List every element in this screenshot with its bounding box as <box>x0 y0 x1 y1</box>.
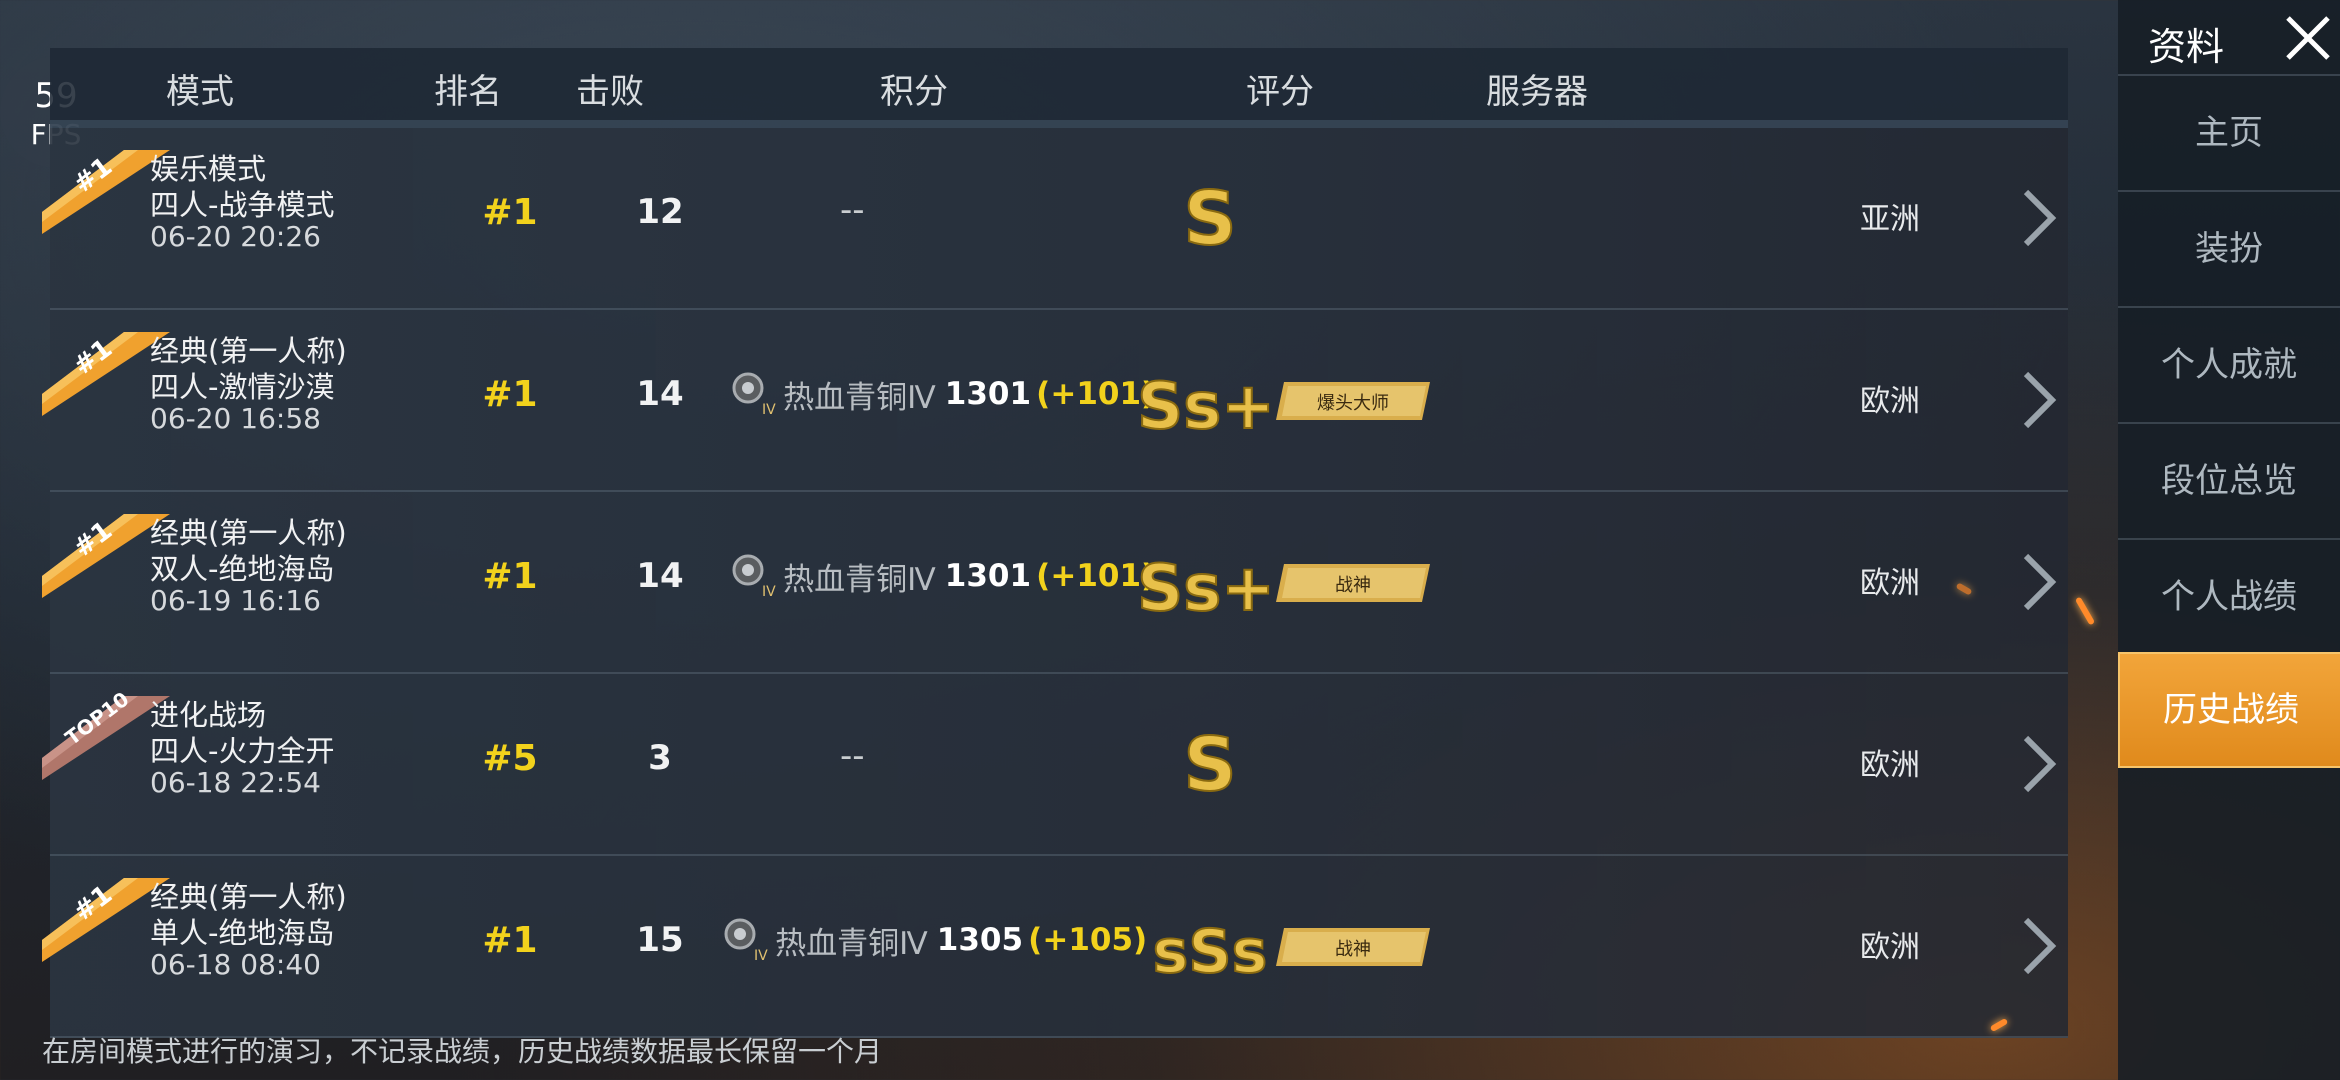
match-time: 06-20 20:26 <box>150 220 321 253</box>
sidebar-item-match-history[interactable]: 历史战绩 <box>2118 652 2340 768</box>
match-time: 06-18 22:54 <box>150 766 321 799</box>
match-row[interactable]: #1 经典(第一人称) 四人-激情沙漠 06-20 16:58 #1 14 IV… <box>42 310 2068 492</box>
points-value: 1305 <box>936 922 1024 958</box>
title-label: 爆头大师 <box>1317 393 1389 414</box>
match-time: 06-20 16:58 <box>150 402 321 435</box>
sidebar-item-achievements[interactable]: 个人成就 <box>2118 306 2340 422</box>
ember-decoration <box>2074 596 2096 626</box>
match-rank: #1 <box>482 374 538 415</box>
grade-text: S <box>1183 176 1236 256</box>
svg-text:IV: IV <box>754 948 768 964</box>
chevron-right-icon[interactable] <box>2018 732 2058 796</box>
kill-count: 14 <box>636 374 684 414</box>
chevron-right-icon[interactable] <box>2018 186 2058 250</box>
sidebar-item-tier-overview[interactable]: 段位总览 <box>2118 422 2340 538</box>
match-history-table: 模式 排名 击败 积分 评分 服务器 #1 娱乐模式 四人-战争模式 06-20… <box>42 48 2068 1038</box>
match-rank: #1 <box>482 556 538 597</box>
server-region: 亚洲 <box>1860 202 1920 237</box>
server-region: 欧洲 <box>1860 566 1920 601</box>
header-points: 积分 <box>880 72 948 112</box>
match-rank: #5 <box>482 738 538 779</box>
mode-sub: 四人-战争模式 <box>150 188 335 222</box>
server-region: 欧洲 <box>1860 384 1920 419</box>
header-grade: 评分 <box>1246 72 1314 112</box>
points-info: IV 热血青铜Ⅳ 1301 (+101) <box>728 552 1155 602</box>
chevron-right-icon[interactable] <box>2018 368 2058 432</box>
sidebar-item-personal-stats[interactable]: 个人战绩 <box>2118 538 2340 654</box>
tier-name: 热血青铜Ⅳ <box>783 561 936 598</box>
server-region: 欧洲 <box>1860 748 1920 783</box>
profile-sidebar: 资料 主页 装扮 个人成就 段位总览 个人战绩 历史战绩 <box>2118 0 2340 1080</box>
grade-icon: S <box>1120 175 1300 263</box>
kill-count: 3 <box>648 738 672 778</box>
points-info: IV 热血青铜Ⅳ 1305 (+105) <box>720 916 1147 966</box>
grade-icon: Ss+ <box>1120 358 1300 445</box>
title-tag: 战神 <box>1276 928 1430 966</box>
match-row[interactable]: TOP10 进化战场 四人-火力全开 06-18 22:54 #5 3 -- S… <box>42 674 2068 856</box>
sidebar-item-outfit[interactable]: 装扮 <box>2118 190 2340 306</box>
mode-sub: 单人-绝地海岛 <box>150 916 335 950</box>
match-time: 06-19 16:16 <box>150 584 321 617</box>
match-rank: #1 <box>482 920 538 961</box>
server-region: 欧洲 <box>1860 930 1920 965</box>
header-server: 服务器 <box>1486 72 1588 112</box>
match-row[interactable]: #1 娱乐模式 四人-战争模式 06-20 20:26 #1 12 -- S 亚… <box>42 128 2068 310</box>
match-row[interactable]: #1 经典(第一人称) 双人-绝地海岛 06-19 16:16 #1 14 IV… <box>42 492 2068 674</box>
kill-count: 12 <box>636 192 684 232</box>
bronze-tier-icon: IV <box>724 918 768 964</box>
tier-name: 热血青铜Ⅳ <box>783 379 936 416</box>
grade-icon: sSs <box>1120 904 1300 988</box>
close-icon[interactable] <box>2282 12 2334 64</box>
grade-text: Ss+ <box>1137 370 1275 438</box>
points-info: IV 热血青铜Ⅳ 1301 (+101) <box>728 370 1155 420</box>
sidebar-item-home[interactable]: 主页 <box>2118 74 2340 190</box>
points-value: 1301 <box>944 376 1032 412</box>
title-label: 战神 <box>1335 575 1371 596</box>
header-rank: 排名 <box>434 72 502 112</box>
header-kills: 击败 <box>576 72 644 112</box>
svg-text:IV: IV <box>762 584 776 600</box>
mode-sub: 四人-火力全开 <box>150 734 335 768</box>
svg-text:IV: IV <box>762 402 776 418</box>
bronze-tier-icon: IV <box>732 554 776 600</box>
title-label: 战神 <box>1335 939 1371 960</box>
mode-sub: 四人-激情沙漠 <box>150 370 335 404</box>
footer-note: 在房间模式进行的演习，不记录战绩，历史战绩数据最长保留一个月 <box>42 1035 883 1068</box>
title-tag: 爆头大师 <box>1276 382 1430 420</box>
table-header: 模式 排名 击败 积分 评分 服务器 <box>50 48 2068 128</box>
grade-text: Ss+ <box>1137 552 1275 620</box>
match-rank: #1 <box>482 192 538 233</box>
grade-text: S <box>1183 722 1236 802</box>
points-empty: -- <box>840 190 865 230</box>
bronze-tier-icon: IV <box>732 372 776 418</box>
kill-count: 14 <box>636 556 684 596</box>
grade-text: sSs <box>1153 917 1268 984</box>
chevron-right-icon[interactable] <box>2018 550 2058 614</box>
tier-name: 热血青铜Ⅳ <box>775 925 928 962</box>
header-mode: 模式 <box>166 72 234 112</box>
sidebar-title: 资料 <box>2148 25 2225 69</box>
mode-sub: 双人-绝地海岛 <box>150 552 335 586</box>
points-empty: -- <box>840 736 865 776</box>
points-value: 1301 <box>944 558 1032 594</box>
chevron-right-icon[interactable] <box>2018 914 2058 978</box>
title-tag: 战神 <box>1276 564 1430 602</box>
grade-icon: Ss+ <box>1120 540 1300 627</box>
match-row[interactable]: #1 经典(第一人称) 单人-绝地海岛 06-18 08:40 #1 15 IV… <box>42 856 2068 1038</box>
match-time: 06-18 08:40 <box>150 948 321 981</box>
grade-icon: S <box>1120 721 1300 809</box>
